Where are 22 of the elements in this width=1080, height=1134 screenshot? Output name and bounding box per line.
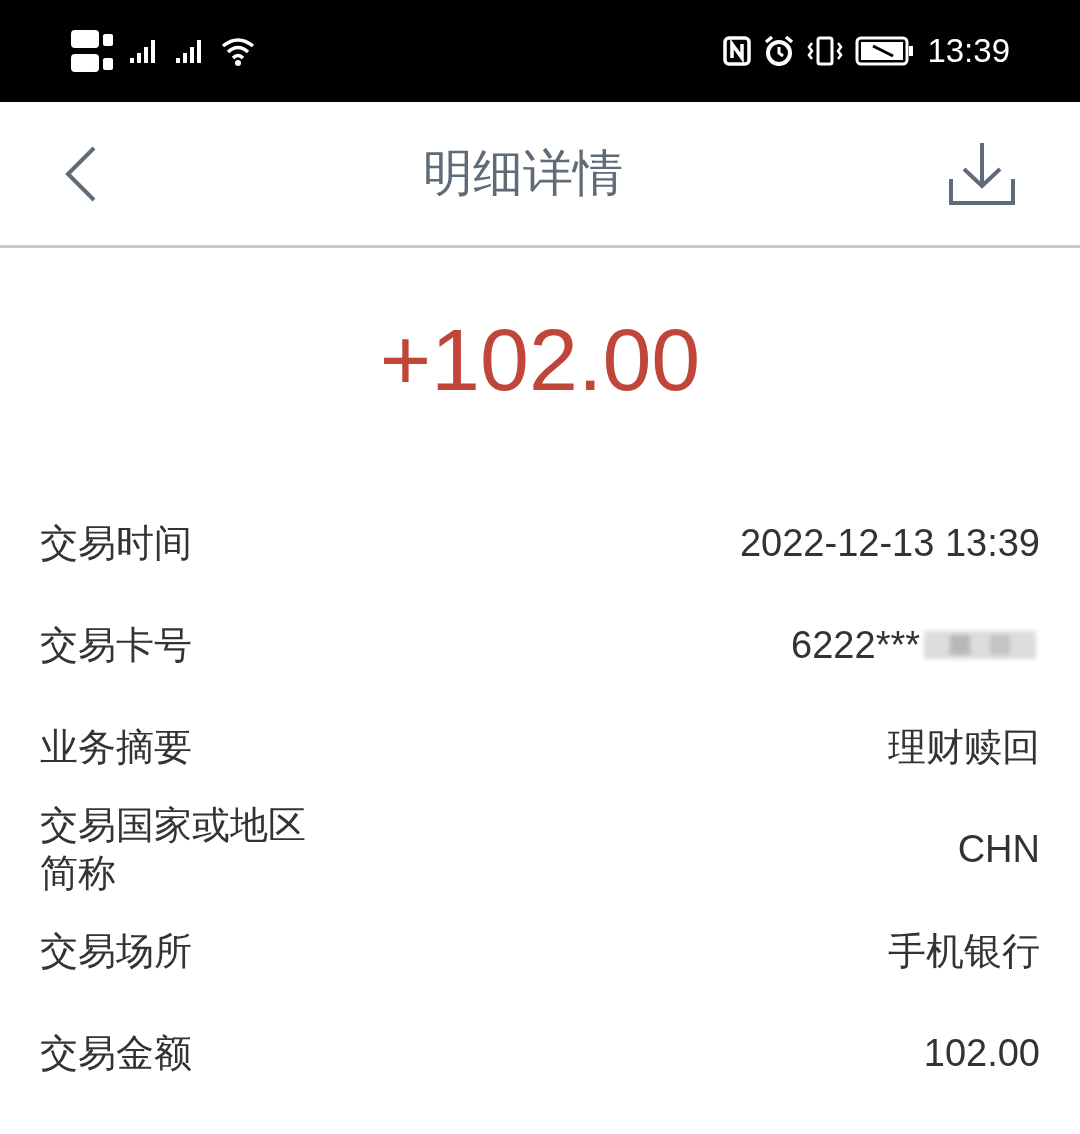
detail-value: 手机银行 <box>888 928 1040 974</box>
detail-value: 6222*** <box>791 622 920 668</box>
detail-value: 102.00 <box>923 1030 1040 1076</box>
vibrate-icon <box>807 35 844 67</box>
status-time: 13:39 <box>927 31 1010 72</box>
back-icon[interactable] <box>64 144 98 203</box>
detail-value: 2022-12-13 13:39 <box>739 520 1040 566</box>
detail-label: 交易国家或地区简称 <box>40 803 307 896</box>
detail-label: 交易金额 <box>40 1031 193 1076</box>
detail-value: 理财赎回 <box>888 724 1040 770</box>
alarm-icon <box>763 35 796 67</box>
detail-label: 交易时间 <box>40 521 193 566</box>
detail-label: 交易卡号 <box>40 623 193 668</box>
detail-label: 业务摘要 <box>40 725 193 770</box>
page-title: 明细详情 <box>423 144 623 203</box>
battery-icon <box>855 36 916 66</box>
detail-value: CHN <box>957 826 1040 872</box>
download-icon[interactable] <box>948 140 1016 207</box>
wifi-icon <box>220 36 256 66</box>
nfc-icon <box>723 36 752 66</box>
amount-text: +102.00 <box>379 316 701 404</box>
detail-label: 交易场所 <box>40 929 193 974</box>
